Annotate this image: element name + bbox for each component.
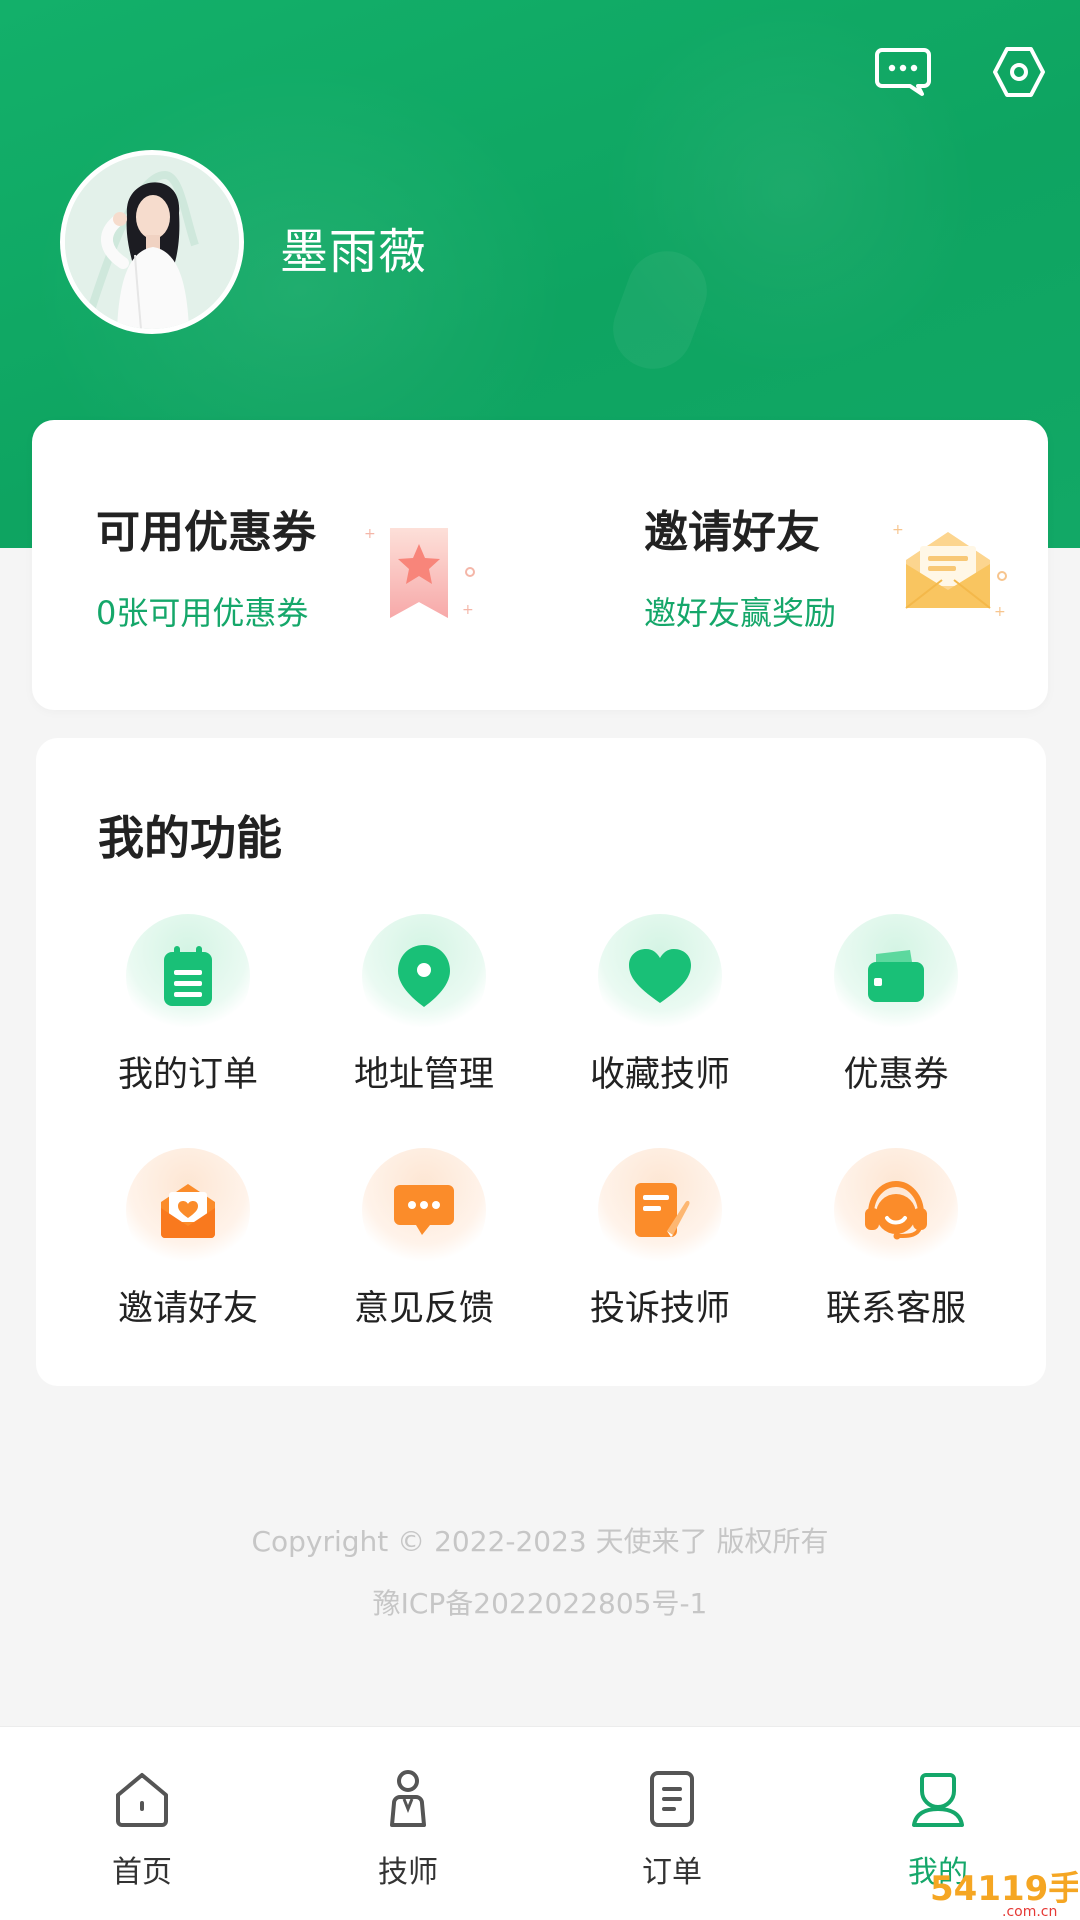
wallet-icon <box>868 950 924 1002</box>
func-icon-bg <box>598 1148 722 1272</box>
func-icon-bg <box>834 1148 958 1272</box>
watermark-sub: .com.cn <box>1002 1904 1057 1918</box>
envelope-icon: + + <box>892 522 1007 620</box>
headset-icon <box>865 1180 927 1240</box>
func-label: 我的订单 <box>117 1055 258 1095</box>
settings-icon <box>993 47 1045 97</box>
location-pin-icon <box>398 945 450 1007</box>
func-icon-bg <box>362 1148 486 1272</box>
username: 墨雨薇 <box>280 224 428 280</box>
watermark-logo-art: 54119手游网 .com.cn <box>930 1869 1080 1920</box>
message-button[interactable] <box>872 44 934 100</box>
func-icon-bg <box>598 914 722 1038</box>
func-feedback[interactable]: 意见反馈 <box>318 1148 518 1348</box>
functions-card: 我的功能 我的订单 地址管理 收藏技师 优惠券 邀请好友 意见反馈 投诉技师 联… <box>36 738 1046 1386</box>
invite-envelope-icon <box>161 1184 215 1238</box>
svg-text:+: + <box>364 526 376 542</box>
coupon-title: 可用优惠券 <box>96 507 316 558</box>
coupon-entry[interactable]: 可用优惠券 0张可用优惠券 + + <box>32 420 532 710</box>
functions-title: 我的功能 <box>98 811 282 865</box>
nav-home[interactable]: 首页 <box>42 1727 242 1920</box>
avatar-portrait <box>65 155 239 329</box>
func-icon-bg <box>126 914 250 1038</box>
func-icon-bg <box>362 914 486 1038</box>
watermark-logo: 54119手游网 .com.cn <box>928 1862 1080 1920</box>
settings-button[interactable] <box>988 44 1050 100</box>
icp-link[interactable]: 豫ICP备2022022805号-1 <box>0 1582 1080 1622</box>
invite-title: 邀请好友 <box>644 507 820 558</box>
func-label: 投诉技师 <box>589 1289 730 1329</box>
nav-label: 技师 <box>378 1855 438 1890</box>
coupon-star-icon: + + <box>364 526 475 618</box>
feedback-chat-icon <box>394 1185 454 1235</box>
func-label: 地址管理 <box>353 1055 494 1095</box>
svg-text:+: + <box>462 602 474 618</box>
svg-text:+: + <box>994 604 1006 620</box>
func-address[interactable]: 地址管理 <box>318 914 518 1114</box>
complaint-doc-icon <box>635 1183 690 1237</box>
func-coupons[interactable]: 优惠券 <box>790 914 990 1114</box>
technician-icon <box>390 1770 426 1827</box>
copyright-text: Copyright © 2022-2023 天使来了 版权所有 <box>251 1525 829 1558</box>
watermark-text: 54119手游网 <box>930 1869 1078 1909</box>
svg-text:+: + <box>892 522 904 538</box>
profile-page: 墨雨薇 可用优惠券 0张可用优惠券 + + 邀请好友 邀好友赢奖励 + + 我的… <box>0 0 1080 1920</box>
order-clipboard-icon <box>164 946 212 1006</box>
nav-technician[interactable]: 技师 <box>308 1727 508 1920</box>
func-label: 联系客服 <box>825 1289 966 1329</box>
func-complaint[interactable]: 投诉技师 <box>554 1148 754 1348</box>
func-customer-service[interactable]: 联系客服 <box>790 1148 990 1348</box>
heart-icon <box>629 949 691 1003</box>
func-label: 收藏技师 <box>589 1055 730 1095</box>
nav-orders[interactable]: 订单 <box>572 1727 772 1920</box>
func-my-orders[interactable]: 我的订单 <box>82 914 282 1114</box>
avatar[interactable] <box>60 150 244 334</box>
invite-entry[interactable]: 邀请好友 邀好友赢奖励 + + <box>552 420 1052 710</box>
func-icon-bg <box>126 1148 250 1272</box>
bottom-nav: 首页 技师 订单 我的 <box>0 1726 1080 1920</box>
func-label: 优惠券 <box>843 1055 949 1095</box>
func-invite[interactable]: 邀请好友 <box>82 1148 282 1348</box>
message-icon <box>875 48 931 96</box>
invite-subtitle: 邀好友赢奖励 <box>644 594 837 632</box>
nav-label: 订单 <box>642 1855 702 1890</box>
func-icon-bg <box>834 914 958 1038</box>
coupon-subtitle: 0张可用优惠券 <box>96 594 309 632</box>
func-favorites[interactable]: 收藏技师 <box>554 914 754 1114</box>
home-icon <box>116 1773 168 1827</box>
nav-label: 首页 <box>112 1855 172 1890</box>
func-label: 邀请好友 <box>117 1289 258 1329</box>
func-label: 意见反馈 <box>353 1289 494 1329</box>
order-icon <box>650 1771 694 1827</box>
profile-icon <box>912 1773 964 1827</box>
promo-card: 可用优惠券 0张可用优惠券 + + 邀请好友 邀好友赢奖励 + + <box>32 420 1048 710</box>
